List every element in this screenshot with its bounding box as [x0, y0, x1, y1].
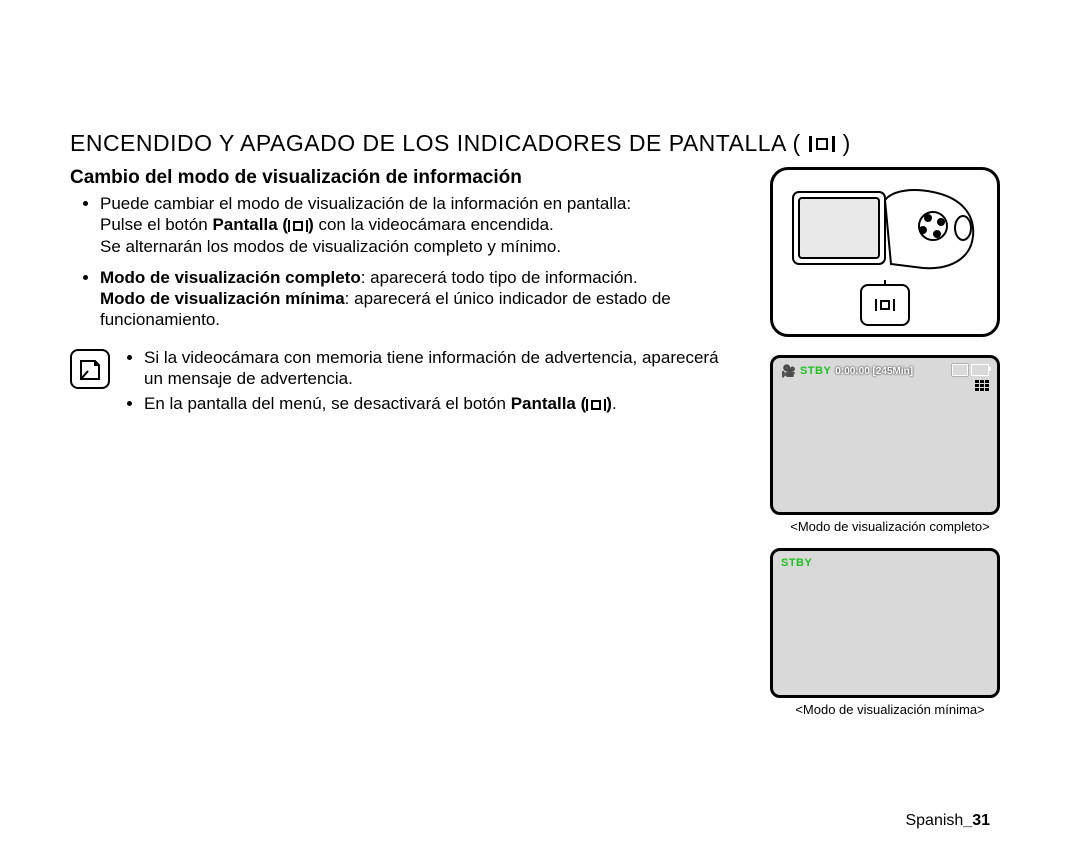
page-footer: Spanish_31 [905, 812, 990, 830]
mode-min-label: Modo de visualización mínima [100, 289, 345, 308]
caption-min: <Modo de visualización mínima> [770, 702, 1010, 717]
card-icon [952, 364, 968, 376]
note-icon [70, 349, 110, 389]
mode-full-rest: : aparecerá todo tipo de información. [361, 268, 638, 287]
display-icon [875, 299, 895, 311]
subheading: Cambio del modo de visualización de info… [70, 167, 740, 189]
note-2: En la pantalla del menú, se desactivará … [144, 393, 740, 414]
note-bullet-list: Si la videocámara con memoria tiene info… [124, 347, 740, 419]
stby-indicator: STBY [800, 365, 831, 377]
bullet-1-line1: Puede cambiar el modo de visualización d… [100, 194, 631, 213]
display-icon [809, 136, 835, 152]
mode-full-label: Modo de visualización completo [100, 268, 361, 287]
lcd-full-mode: 🎥 STBY 0:00:00 [245Min] [770, 355, 1000, 515]
bullet-2: Modo de visualización completo: aparecer… [100, 267, 740, 331]
thumbnail-grid-icon [975, 380, 989, 392]
bullet-1-line2d: con la videocámara encendida. [314, 215, 554, 234]
note-1: Si la videocámara con memoria tiene info… [144, 347, 740, 390]
display-icon [586, 399, 606, 411]
bullet-1-line3: Se alternarán los modos de visualización… [100, 237, 561, 256]
note-block: Si la videocámara con memoria tiene info… [70, 347, 740, 419]
caption-full: <Modo de visualización completo> [770, 519, 1010, 534]
bullet-1: Puede cambiar el modo de visualización d… [100, 193, 740, 257]
lcd-min-mode: STBY [770, 548, 1000, 698]
display-button-callout [860, 284, 910, 326]
stby-indicator: STBY [781, 557, 812, 569]
note-2-d: . [612, 394, 617, 413]
footer-lang: Spanish [905, 812, 963, 829]
title-text: ENCENDIDO Y APAGADO DE LOS INDICADORES D… [70, 130, 801, 157]
note-2-b: Pantalla ( [511, 394, 587, 413]
battery-icon [971, 364, 989, 376]
camera-illustration [770, 167, 1000, 337]
timecode: 0:00:00 [245Min] [835, 366, 913, 377]
display-icon [288, 220, 308, 232]
section-title: ENCENDIDO Y APAGADO DE LOS INDICADORES D… [70, 130, 1010, 157]
footer-page: _31 [963, 812, 990, 829]
title-tail: ) [843, 130, 851, 157]
main-bullet-list: Puede cambiar el modo de visualización d… [70, 193, 740, 331]
note-2-a: En la pantalla del menú, se desactivará … [144, 394, 511, 413]
camera-mode-icon: 🎥 [781, 364, 796, 378]
bullet-1-line2b: Pantalla ( [212, 215, 288, 234]
bullet-1-line2a: Pulse el botón [100, 215, 212, 234]
